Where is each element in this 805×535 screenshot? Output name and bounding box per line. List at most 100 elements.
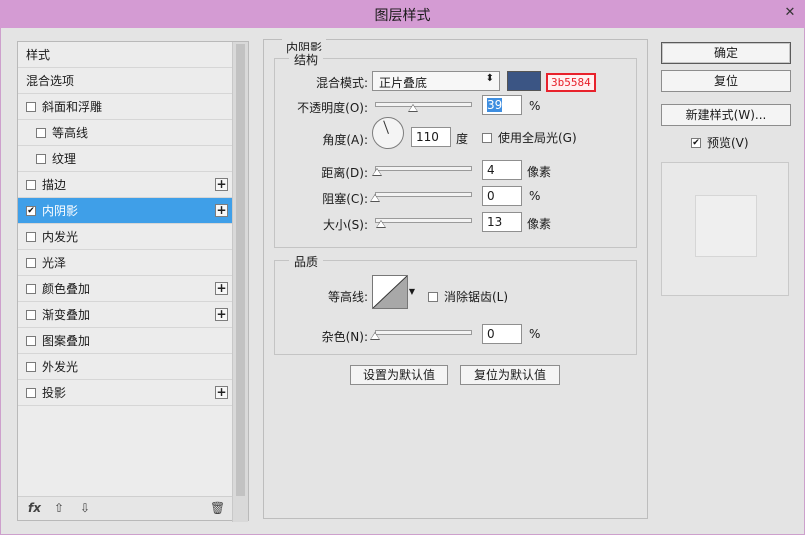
size-input[interactable]: 13 (482, 212, 522, 232)
blend-mode-value: 正片叠底 (379, 76, 428, 90)
move-down-icon[interactable]: ⇩ (80, 501, 90, 515)
distance-label: 距离(D): (321, 166, 368, 180)
title-bar: 图层样式 ✕ (0, 0, 805, 28)
distance-knob[interactable] (371, 168, 382, 176)
style-checkbox[interactable] (26, 283, 36, 294)
style-item-label: 纹理 (52, 152, 77, 166)
global-light-checkbox[interactable]: 使用全局光(G) (482, 129, 577, 146)
angle-dial[interactable] (372, 117, 404, 149)
style-item[interactable]: 斜面和浮雕 (18, 94, 232, 120)
move-up-icon[interactable]: ⇧ (54, 501, 64, 515)
global-light-box[interactable] (482, 132, 492, 143)
antialias-label: 消除锯齿(L) (444, 290, 509, 304)
style-item[interactable]: 渐变叠加 + (18, 302, 232, 328)
style-checkbox[interactable] (26, 335, 36, 346)
style-checkbox[interactable] (26, 361, 36, 372)
style-checkbox[interactable] (26, 309, 36, 320)
choke-knob[interactable] (370, 194, 380, 202)
style-item[interactable]: 光泽 (18, 250, 232, 276)
select-arrow-icon: ⬍ (485, 73, 494, 84)
new-style-button[interactable]: 新建样式(W)... (661, 104, 791, 126)
style-item[interactable]: 纹理 (18, 146, 232, 172)
blend-options-item[interactable]: 混合选项 (18, 68, 232, 94)
distance-unit: 像素 (527, 165, 552, 179)
preview-checkbox[interactable]: ✔ 预览(V) (691, 134, 749, 151)
reset-button[interactable]: 复位 (661, 70, 791, 92)
quality-group: 品质 等高线: ▼ 消除锯齿(L) 杂色(N): 0 % (274, 253, 637, 355)
style-item-label: 投影 (42, 386, 67, 400)
opacity-input[interactable]: 39 (482, 95, 522, 115)
style-item[interactable]: 颜色叠加 + (18, 276, 232, 302)
angle-input[interactable]: 110 (411, 127, 451, 147)
style-checkbox[interactable]: ✔ (26, 205, 36, 216)
style-item[interactable]: 等高线 (18, 120, 232, 146)
style-checkbox[interactable] (26, 257, 36, 268)
style-checkbox[interactable] (36, 153, 46, 164)
size-knob[interactable] (375, 220, 386, 228)
preview-label: 预览(V) (707, 136, 749, 150)
add-effect-icon[interactable]: + (215, 178, 228, 191)
style-checkbox[interactable] (26, 231, 36, 242)
antialias-checkbox[interactable]: 消除锯齿(L) (428, 288, 508, 305)
distance-slider[interactable] (371, 163, 472, 177)
noise-unit: % (529, 327, 541, 341)
opacity-value: 39 (487, 98, 503, 112)
opacity-slider[interactable] (375, 99, 472, 113)
structure-group: 结构 混合模式: 正片叠底 ⬍ 3b5584 不透明度(O): 39 % 角度(… (274, 51, 637, 248)
add-effect-icon[interactable]: + (215, 282, 228, 295)
fx-icon[interactable]: fx (28, 501, 41, 515)
list-scrollbar[interactable] (232, 42, 248, 522)
distance-track (375, 166, 472, 171)
shadow-color-swatch[interactable] (507, 71, 541, 91)
contour-dropdown-icon[interactable]: ▼ (408, 275, 416, 309)
distance-input[interactable]: 4 (482, 160, 522, 180)
noise-track (375, 330, 472, 335)
add-effect-icon[interactable]: + (215, 204, 228, 217)
contour-curve-icon (372, 275, 408, 309)
style-checkbox[interactable] (26, 387, 36, 398)
style-item-label: 外发光 (42, 360, 79, 374)
structure-label: 结构 (289, 51, 324, 68)
choke-slider[interactable] (370, 189, 472, 203)
ok-button[interactable]: 确定 (661, 42, 791, 64)
angle-value: 110 (416, 130, 439, 144)
preview-box[interactable]: ✔ (691, 137, 701, 148)
noise-knob[interactable] (370, 332, 380, 340)
style-item-label: 描边 (42, 178, 67, 192)
style-item[interactable]: 投影 + (18, 380, 232, 406)
reset-default-button[interactable]: 复位为默认值 (460, 365, 560, 385)
style-item[interactable]: 内发光 (18, 224, 232, 250)
inner-shadow-panel: 内阴影 结构 混合模式: 正片叠底 ⬍ 3b5584 不透明度(O): 39 %… (263, 39, 648, 519)
opacity-knob[interactable] (407, 104, 418, 112)
opacity-unit: % (529, 99, 541, 113)
angle-label: 角度(A): (322, 133, 368, 147)
blend-mode-select[interactable]: 正片叠底 ⬍ (372, 71, 500, 91)
quality-label: 品质 (289, 253, 324, 270)
style-item[interactable]: 图案叠加 (18, 328, 232, 354)
style-item[interactable]: ✔ 内阴影 + (18, 198, 232, 224)
set-default-button[interactable]: 设置为默认值 (350, 365, 448, 385)
choke-input[interactable]: 0 (482, 186, 522, 206)
trash-icon[interactable]: 🗑 (210, 501, 225, 515)
style-checkbox[interactable] (36, 127, 46, 138)
antialias-box[interactable] (428, 291, 438, 302)
style-header[interactable]: 样式 (18, 42, 232, 68)
style-checkbox[interactable] (26, 179, 36, 190)
style-item[interactable]: 外发光 (18, 354, 232, 380)
size-slider[interactable] (375, 215, 472, 229)
style-item-label: 等高线 (52, 126, 89, 140)
noise-input[interactable]: 0 (482, 324, 522, 344)
blend-options-label: 混合选项 (26, 74, 75, 88)
style-item[interactable]: 描边 + (18, 172, 232, 198)
scrollbar-thumb[interactable] (236, 44, 245, 496)
close-icon[interactable]: ✕ (779, 4, 801, 22)
add-effect-icon[interactable]: + (215, 386, 228, 399)
color-hex-annotation: 3b5584 (546, 73, 596, 92)
noise-slider[interactable] (370, 327, 472, 341)
contour-picker[interactable] (372, 275, 408, 309)
angle-unit: 度 (456, 132, 469, 146)
style-item-label: 斜面和浮雕 (42, 100, 103, 114)
global-light-label: 使用全局光(G) (498, 131, 577, 145)
style-checkbox[interactable] (26, 101, 36, 112)
add-effect-icon[interactable]: + (215, 308, 228, 321)
